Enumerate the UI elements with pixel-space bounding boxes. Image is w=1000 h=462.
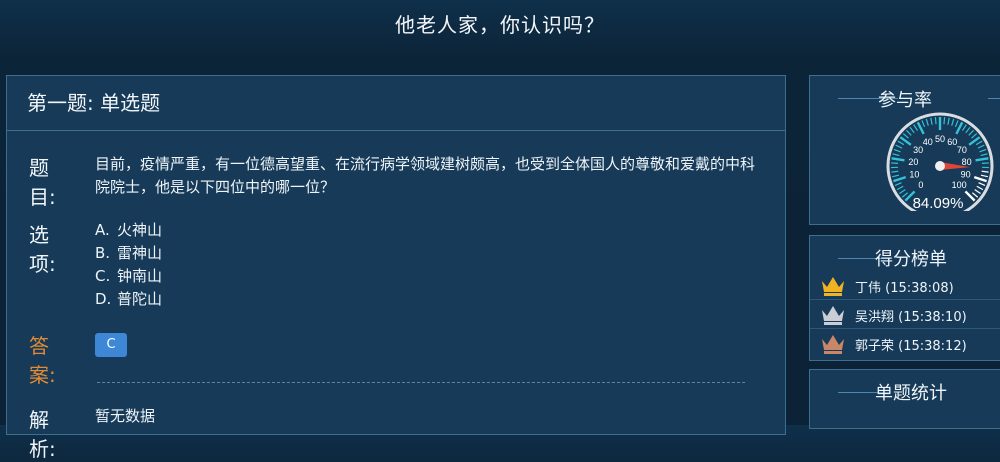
gauge-tick: [972, 193, 977, 197]
gauge-tick-label: 80: [962, 157, 972, 167]
gauge-tick-label: 20: [908, 157, 918, 167]
gauge-tick: [977, 186, 983, 189]
gauge-tick: [978, 145, 984, 148]
gauge-tick: [974, 177, 986, 181]
gauge-tick: [952, 119, 954, 126]
gauge-tick: [944, 117, 945, 124]
gauge-tick: [914, 125, 918, 131]
gauge-tick: [931, 118, 932, 125]
gauge-tick: [966, 127, 970, 133]
divider: [97, 382, 745, 383]
gauge-tick-label: 60: [947, 137, 957, 147]
leaderboard-row[interactable]: 丁伟 (15:38:08): [810, 271, 1000, 300]
question-panel: 第一题: 单选题 题目: 目前，疫情严重，有一位德高望重、在流行病学领域建树颇高…: [6, 75, 786, 435]
gauge-tick-label: 100: [952, 180, 967, 190]
option-text: 钟南山: [117, 267, 162, 285]
gauge-tick: [892, 175, 899, 177]
gauge-tick-label: 0: [918, 180, 923, 190]
option-a[interactable]: A.火神山: [95, 219, 755, 242]
gauge-tick: [935, 117, 936, 124]
prompt-label: 题目:: [29, 152, 56, 210]
gauge-tick: [897, 186, 903, 189]
gauge-tick: [894, 149, 901, 151]
leaderboard-name: 丁伟 (15:38:08): [855, 277, 954, 296]
gauge-tick: [982, 171, 989, 172]
leaderboard-row[interactable]: 郭子荣 (15:38:12): [810, 329, 1000, 358]
leaderboard-name: 郭子荣 (15:38:12): [855, 335, 967, 354]
options-list: A.火神山 B.雷神山 C.钟南山 D.普陀山: [95, 219, 755, 311]
gauge-tick: [895, 183, 901, 186]
gauge-tick: [972, 134, 977, 139]
gauge-tick: [893, 177, 905, 181]
gauge-tick: [896, 145, 902, 148]
gauge-tick-label: 90: [961, 169, 971, 179]
gauge-tick-label: 50: [935, 134, 945, 144]
leaderboard-title: 得分榜单: [816, 245, 1000, 271]
answer-badge: C: [95, 333, 127, 357]
gauge-tick: [981, 154, 988, 156]
page-title: 他老人家，你认识吗？: [0, 0, 1000, 50]
gauge-tick: [975, 190, 981, 194]
gauge-tick: [979, 183, 985, 186]
gauge-tick: [963, 125, 967, 131]
gauge-tick: [906, 130, 911, 135]
gold-crown-icon: [820, 275, 846, 297]
participation-title: 参与率: [810, 86, 1000, 112]
gauge-tick: [910, 127, 914, 133]
gauge-value: 84.09%: [913, 195, 964, 211]
prompt-text: 目前，疫情严重，有一位德高望重、在流行病学领域建树颇高，也受到全体国人的尊敬和爱…: [95, 153, 755, 199]
option-letter: C.: [95, 265, 117, 288]
gauge-tick: [955, 120, 958, 127]
bronze-crown-icon: [820, 333, 846, 355]
gauge-tick: [922, 120, 925, 127]
option-letter: A.: [95, 219, 117, 242]
gauge-tick: [892, 158, 905, 160]
gauge-tick: [976, 141, 982, 145]
gauge-tick-label: 40: [923, 137, 933, 147]
gauge-tick-label: 70: [957, 145, 967, 155]
gauge-tick: [893, 154, 900, 156]
gauge-tick: [981, 175, 988, 177]
gauge-tick-label: 10: [909, 169, 919, 179]
title-line-right: [988, 98, 1000, 99]
option-d[interactable]: D.普陀山: [95, 288, 755, 311]
option-letter: D.: [95, 288, 117, 311]
option-letter: B.: [95, 242, 117, 265]
question-heading: 第一题: 单选题: [7, 76, 785, 131]
leaderboard-row[interactable]: 吴洪翔 (15:38:10): [810, 300, 1000, 329]
gauge-tick: [903, 134, 908, 139]
option-text: 火神山: [117, 221, 162, 239]
gauge-tick: [969, 130, 974, 135]
leaderboard-panel: 得分榜单 丁伟 (15:38:08) 吴洪翔 (15:38:10) 郭子荣 (1…: [809, 235, 1000, 361]
leaderboard-name: 吴洪翔 (15:38:10): [855, 306, 967, 325]
option-b[interactable]: B.雷神山: [95, 242, 755, 265]
silver-crown-icon: [820, 304, 846, 326]
option-text: 普陀山: [117, 290, 162, 308]
gauge-tick: [891, 171, 898, 172]
answer-label: 答案:: [29, 330, 56, 388]
gauge-tick: [902, 193, 907, 197]
gauge-tick: [976, 158, 989, 160]
gauge-tick-label: 30: [913, 145, 923, 155]
gauge-tick: [948, 118, 949, 125]
participation-gauge: 010 20 3040506070 80 90100 84.09%: [885, 111, 995, 211]
gauge-tick: [898, 141, 904, 145]
option-text: 雷神山: [117, 244, 162, 262]
options-label: 选项:: [29, 219, 56, 277]
stats-title: 单题统计: [816, 379, 1000, 405]
gauge-tick: [926, 119, 928, 126]
gauge-tick: [899, 190, 905, 194]
gauge-tick: [980, 149, 987, 151]
option-c[interactable]: C.钟南山: [95, 265, 755, 288]
stats-panel: 单题统计: [809, 369, 1000, 429]
participation-panel: 参与率 010 20 3040506070 80 90100 84.09%: [809, 75, 1000, 225]
explanation-label: 解析:: [29, 404, 56, 462]
